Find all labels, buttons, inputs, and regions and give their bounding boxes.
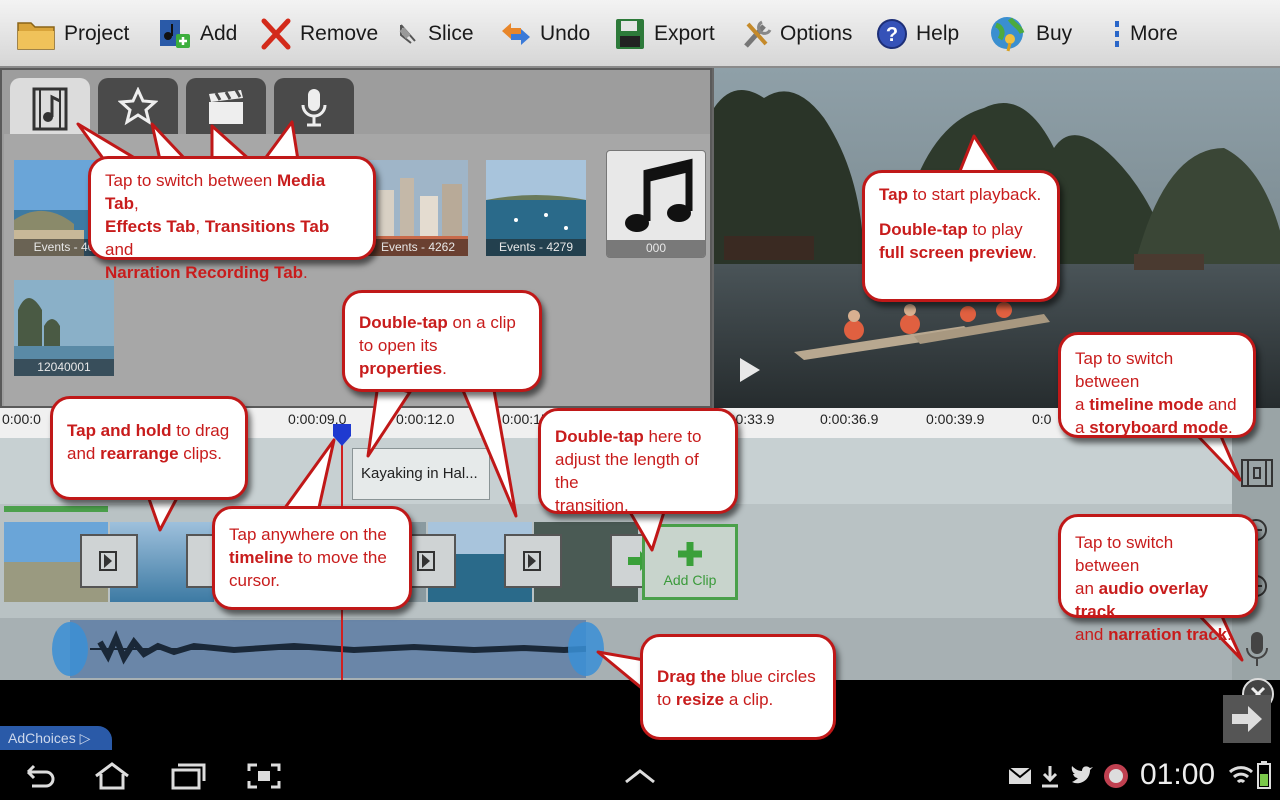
callout-text: to move the bbox=[293, 548, 387, 567]
callout-resize: Drag the blue circles to resize a clip. bbox=[640, 634, 836, 740]
callout-bold: Drag the bbox=[657, 667, 726, 686]
callout-bold: Tap bbox=[879, 185, 908, 204]
callout-bold: Double-tap bbox=[879, 220, 968, 239]
callout-cursor: Tap anywhere on the timeline to move the… bbox=[212, 506, 412, 610]
callout-bold: narration track bbox=[1108, 625, 1228, 644]
callout-text: an bbox=[1075, 579, 1099, 598]
callout-playback: Tap to start playback. Double-tap to pla… bbox=[862, 170, 1060, 302]
callout-bold: full screen preview bbox=[879, 243, 1033, 262]
callout-bold: Transitions Tab bbox=[204, 217, 330, 236]
callout-audio: Tap to switch between an audio overlay t… bbox=[1058, 514, 1258, 644]
callout-text: transition. bbox=[555, 496, 629, 515]
callout-bold: properties bbox=[359, 359, 443, 378]
callout-text: , bbox=[195, 217, 205, 236]
callout-text: and bbox=[1075, 625, 1109, 644]
callout-text: to drag bbox=[171, 421, 230, 440]
callout-text: Tap anywhere on the bbox=[229, 525, 387, 544]
callout-bold: timeline bbox=[229, 548, 294, 567]
callout-text: Tap to switch between bbox=[1075, 533, 1174, 575]
callout-bold: rearrange bbox=[100, 444, 179, 463]
callout-text: blue circles bbox=[725, 667, 816, 686]
callout-text: and bbox=[105, 240, 134, 259]
callout-text: a bbox=[1075, 418, 1090, 437]
callout-text: . bbox=[1227, 625, 1232, 644]
callout-drag: Tap and hold to drag and rearrange clips… bbox=[50, 396, 248, 500]
callout-text: . bbox=[303, 263, 308, 282]
callout-bold: Double-tap bbox=[555, 427, 644, 446]
callout-text: adjust the length of the bbox=[555, 450, 699, 492]
callout-text: and bbox=[67, 444, 101, 463]
callout-text: on a clip bbox=[447, 313, 516, 332]
callout-text: to bbox=[657, 690, 676, 709]
callout-text: , bbox=[133, 194, 139, 213]
callout-text: to play bbox=[967, 220, 1023, 239]
callout-text: to open its bbox=[359, 336, 438, 355]
callout-mode: Tap to switch between a timeline mode an… bbox=[1058, 332, 1256, 438]
callout-transition: Double-tap here to adjust the length of … bbox=[538, 408, 738, 515]
callout-text: . bbox=[1032, 243, 1037, 262]
callout-text: Tap to switch between bbox=[105, 171, 277, 190]
callout-text: here to bbox=[643, 427, 702, 446]
callout-bold: timeline mode bbox=[1089, 395, 1204, 414]
callout-text: cursor. bbox=[229, 571, 281, 590]
callout-text: . bbox=[1228, 418, 1233, 437]
callout-clip-properties: Double-tap on a clip to open its propert… bbox=[342, 290, 542, 392]
callout-bold: Tap and hold bbox=[67, 421, 172, 440]
callout-bold: storyboard mode bbox=[1089, 418, 1229, 437]
callout-text: a clip. bbox=[724, 690, 774, 709]
callout-text: to start playback. bbox=[907, 185, 1042, 204]
callout-text: a bbox=[1075, 395, 1090, 414]
callout-text: clips. bbox=[178, 444, 222, 463]
callout-bold: Effects Tab bbox=[105, 217, 196, 236]
callout-bold: Narration Recording Tab bbox=[105, 263, 304, 282]
callout-tabs: Tap to switch between Media Tab, Effects… bbox=[88, 156, 376, 282]
callout-text: Tap to switch between bbox=[1075, 349, 1174, 391]
callout-bold: Double-tap bbox=[359, 313, 448, 332]
callout-text: . bbox=[442, 359, 447, 378]
callout-text: and bbox=[1203, 395, 1237, 414]
callout-bold: resize bbox=[675, 690, 725, 709]
